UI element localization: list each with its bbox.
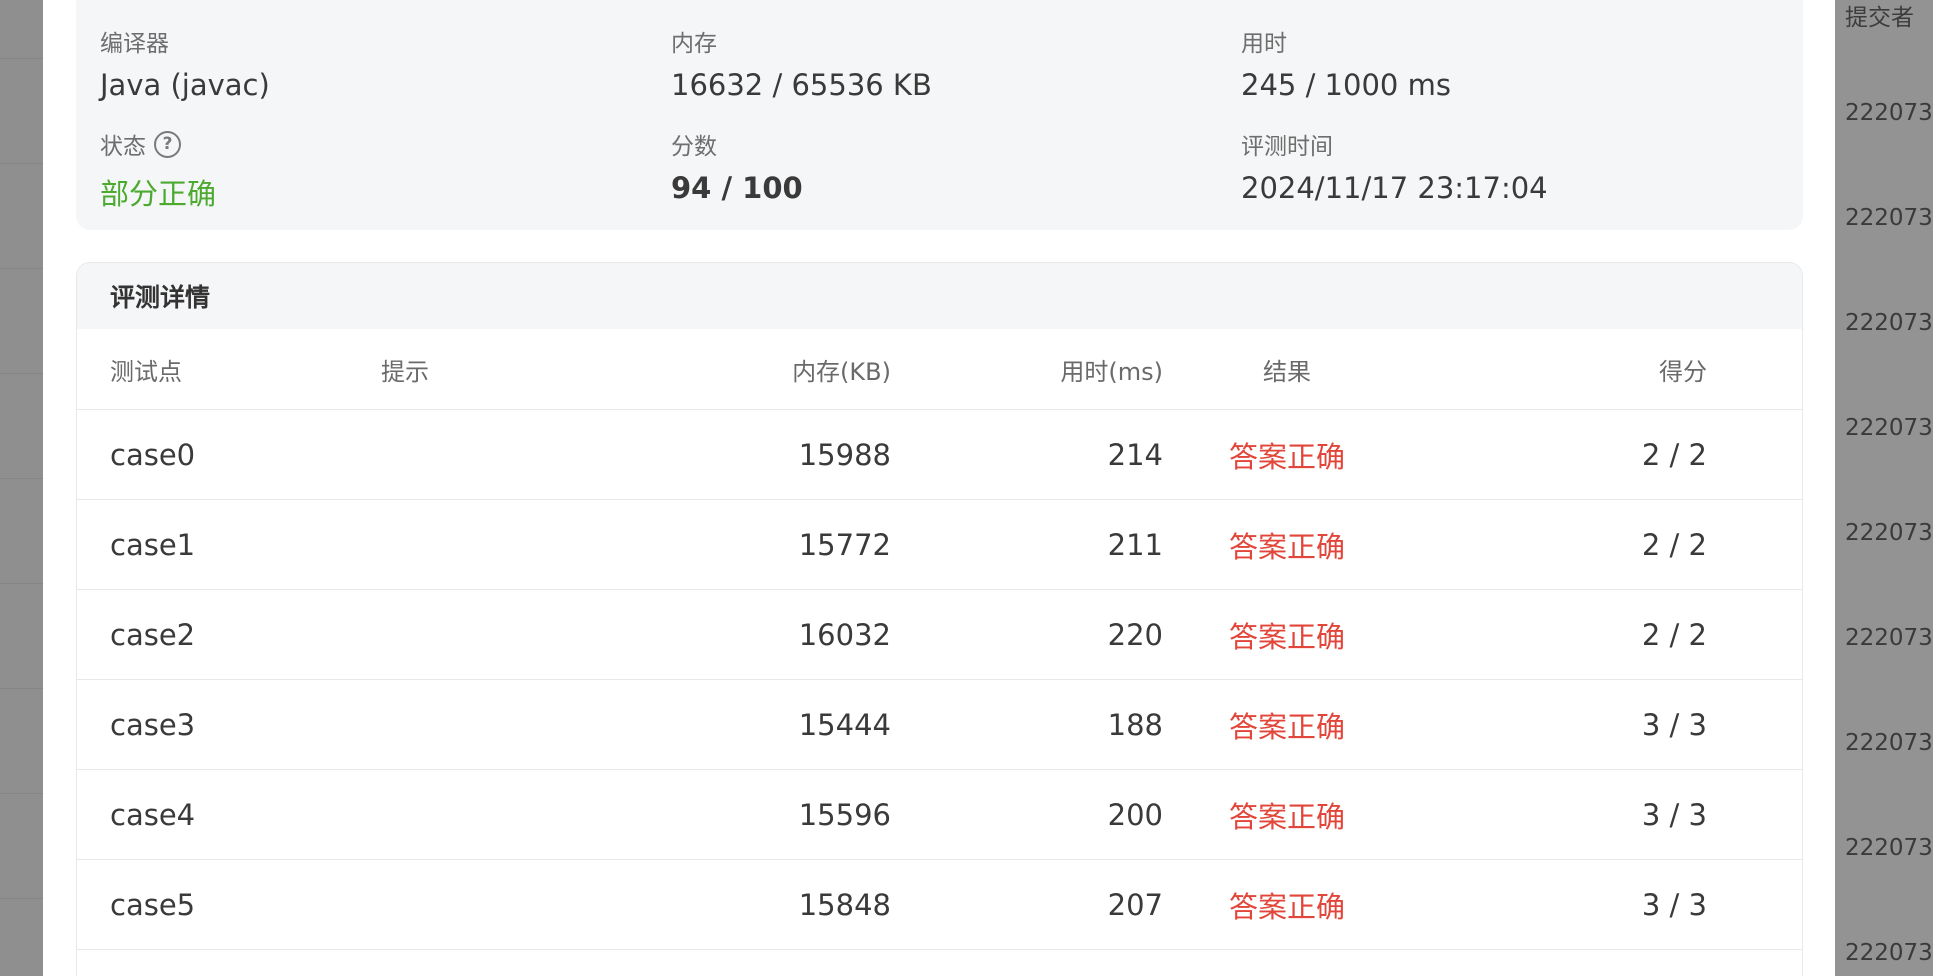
background-row-id: 222073 (1845, 310, 1933, 336)
submission-summary: 编译器 Java (javac) 内存 16632 / 65536 KB 用时 … (76, 0, 1803, 230)
case-result: 答案正确 (1228, 439, 1345, 474)
background-row-id: 222073 (1845, 940, 1933, 966)
case-time: 220 (1107, 617, 1163, 652)
judge-time-value: 2024/11/17 23:17:04 (1241, 171, 1548, 205)
column-header-score: 得分 (1659, 357, 1707, 386)
table-row: case3 15444 188 答案正确 3 / 3 (77, 680, 1802, 770)
judge-time-label: 评测时间 (1241, 134, 1333, 160)
score-info: 分数 94 / 100 (671, 127, 803, 205)
score-label: 分数 (671, 134, 717, 160)
case-time: 188 (1107, 707, 1163, 742)
time-label: 用时 (1241, 31, 1287, 57)
case-result: 答案正确 (1228, 799, 1345, 834)
background-divider (0, 793, 43, 794)
table-row: case2 16032 220 答案正确 2 / 2 (77, 590, 1802, 680)
background-column-header: 提交者 (1845, 5, 1914, 31)
memory-info: 内存 16632 / 65536 KB (671, 24, 932, 102)
case-name: case5 (110, 887, 196, 922)
judge-details-title: 评测详情 (77, 263, 1802, 329)
case-memory: 15596 (798, 797, 891, 832)
background-divider (0, 688, 43, 689)
case-memory: 16032 (798, 617, 891, 652)
background-row-id: 222073 (1845, 205, 1933, 231)
case-memory: 15988 (798, 437, 891, 472)
judge-time-info: 评测时间 2024/11/17 23:17:04 (1241, 127, 1548, 205)
background-divider (0, 583, 43, 584)
column-header-hint: 提示 (381, 357, 429, 386)
compiler-value: Java (javac) (100, 68, 270, 102)
case-result: 答案正确 (1228, 619, 1345, 654)
case-name: case2 (110, 617, 196, 652)
case-memory: 15848 (798, 887, 891, 922)
case-score: 2 / 2 (1641, 617, 1707, 652)
case-memory: 15772 (798, 527, 891, 562)
status-info: 状态 ? 部分正确 (100, 127, 216, 213)
compiler-info: 编译器 Java (javac) (100, 24, 270, 102)
case-name: case1 (110, 527, 196, 562)
question-circle-icon[interactable]: ? (154, 130, 181, 158)
case-name: case4 (110, 797, 196, 832)
case-time: 214 (1107, 437, 1163, 472)
background-row-id: 222073 (1845, 100, 1933, 126)
case-score: 3 / 3 (1641, 707, 1707, 742)
case-score: 3 / 3 (1641, 797, 1707, 832)
status-label: 状态 (100, 134, 146, 160)
score-value: 94 / 100 (671, 171, 803, 205)
status-value: 部分正确 (100, 177, 217, 211)
background-row-id: 222073 (1845, 415, 1933, 441)
background-divider (0, 898, 43, 899)
column-header-memory: 内存(KB) (792, 357, 891, 386)
column-header-result: 结果 (1263, 357, 1311, 386)
time-info: 用时 245 / 1000 ms (1241, 24, 1451, 102)
case-result: 答案正确 (1228, 889, 1345, 924)
column-header-case: 测试点 (110, 357, 182, 386)
background-row-id: 222073 (1845, 730, 1933, 756)
background-row-id: 222073 (1845, 835, 1933, 861)
case-score: 2 / 2 (1641, 527, 1707, 562)
background-divider (0, 268, 43, 269)
background-divider (0, 478, 43, 479)
case-time: 200 (1107, 797, 1163, 832)
compiler-label: 编译器 (100, 31, 169, 57)
case-result: 答案正确 (1228, 529, 1345, 564)
submission-detail-modal: 编译器 Java (javac) 内存 16632 / 65536 KB 用时 … (43, 0, 1835, 976)
column-header-time: 用时(ms) (1060, 357, 1163, 386)
table-row: case5 15848 207 答案正确 3 / 3 (77, 860, 1802, 950)
memory-value: 16632 / 65536 KB (671, 68, 932, 102)
background-divider (0, 163, 43, 164)
table-row: case0 15988 214 答案正确 2 / 2 (77, 410, 1802, 500)
case-result: 答案正确 (1228, 709, 1345, 744)
background-row-id: 222073 (1845, 520, 1933, 546)
background-row-id: 222073 (1845, 625, 1933, 651)
case-memory: 15444 (798, 707, 891, 742)
background-submissions-column (1835, 0, 1933, 976)
table-row: case1 15772 211 答案正确 2 / 2 (77, 500, 1802, 590)
time-value: 245 / 1000 ms (1241, 68, 1451, 102)
case-score: 3 / 3 (1641, 887, 1707, 922)
case-time: 211 (1107, 527, 1163, 562)
judge-details-panel: 评测详情 测试点 提示 内存(KB) 用时(ms) 结果 得分 case0 15… (76, 262, 1803, 976)
table-header: 测试点 提示 内存(KB) 用时(ms) 结果 得分 (77, 329, 1802, 410)
background-divider (0, 58, 43, 59)
case-name: case0 (110, 437, 196, 472)
background-divider (0, 373, 43, 374)
case-time: 207 (1107, 887, 1163, 922)
case-name: case3 (110, 707, 196, 742)
memory-label: 内存 (671, 31, 717, 57)
case-score: 2 / 2 (1641, 437, 1707, 472)
table-row: case4 15596 200 答案正确 3 / 3 (77, 770, 1802, 860)
